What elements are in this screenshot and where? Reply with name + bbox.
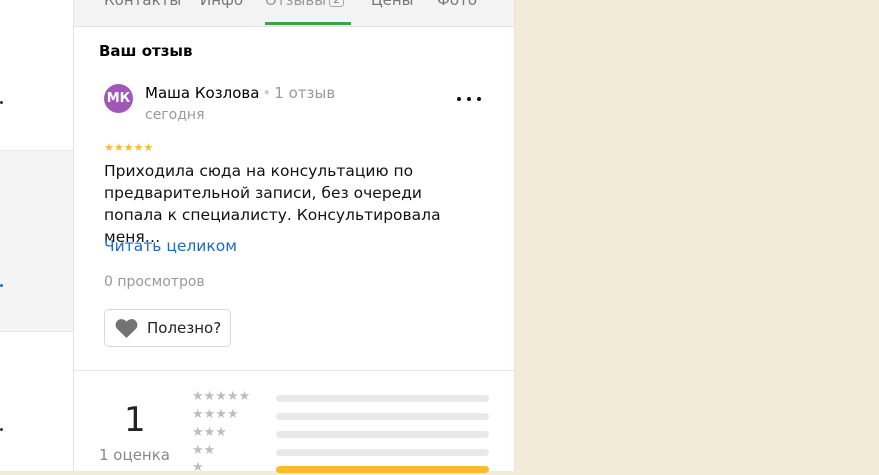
row-stars: ★★★ [192,425,227,440]
separator-dot: • [262,84,272,102]
tab-info[interactable]: Инфо [200,0,243,9]
tab-bar: Контакты Инфо Отзывы2 Цены Фото [74,0,514,27]
dot-icon [457,97,461,101]
review-author-line: Маша Козлова • 1 отзыв [145,84,335,102]
avatar[interactable]: МК [104,84,133,113]
active-tab-indicator [265,22,351,25]
review-stars: ★★★★★ [104,141,154,154]
useful-label: Полезно? [147,319,222,337]
row-stars: ★★ [192,443,216,458]
left-sidebar-marker [0,428,3,431]
tab-prices[interactable]: Цены [371,0,414,9]
review-text: Приходила сюда на консультацию по предва… [104,162,441,246]
useful-button[interactable]: Полезно? [104,309,231,347]
distribution-bar-fill [276,466,489,473]
row-stars: ★ [192,460,204,475]
tab-contacts[interactable]: Контакты [104,0,181,9]
left-sidebar-strip [0,0,73,471]
row-stars: ★★★★★ [192,389,251,404]
left-sidebar-marker [0,284,3,287]
distribution-bar [276,466,489,473]
view-count: 0 просмотров [104,274,205,290]
tab-reviews[interactable]: Отзывы2 [265,0,345,9]
left-sidebar-band [0,150,73,332]
tab-reviews-badge: 2 [329,0,345,7]
author-name[interactable]: Маша Козлова [145,84,259,102]
more-options-button[interactable] [457,90,481,108]
left-sidebar-marker [0,101,3,104]
row-stars: ★★★★ [192,407,239,422]
review-date: сегодня [145,107,205,123]
tab-photos[interactable]: Фото [437,0,477,9]
rating-count: 1 оценка [99,446,170,464]
dot-icon [477,97,481,101]
read-more-link[interactable]: Читать целиком [104,237,237,255]
heart-icon [115,319,138,338]
divider [74,370,514,371]
author-review-count: 1 отзыв [274,84,336,102]
distribution-bar [276,449,489,456]
distribution-bar [276,431,489,438]
distribution-bar [276,413,489,420]
dot-icon [467,97,471,101]
section-title: Ваш отзыв [99,42,193,60]
average-rating: 1 [124,400,146,440]
distribution-bar [276,395,489,402]
reviews-panel: Контакты Инфо Отзывы2 Цены Фото Ваш отзы… [73,0,515,475]
